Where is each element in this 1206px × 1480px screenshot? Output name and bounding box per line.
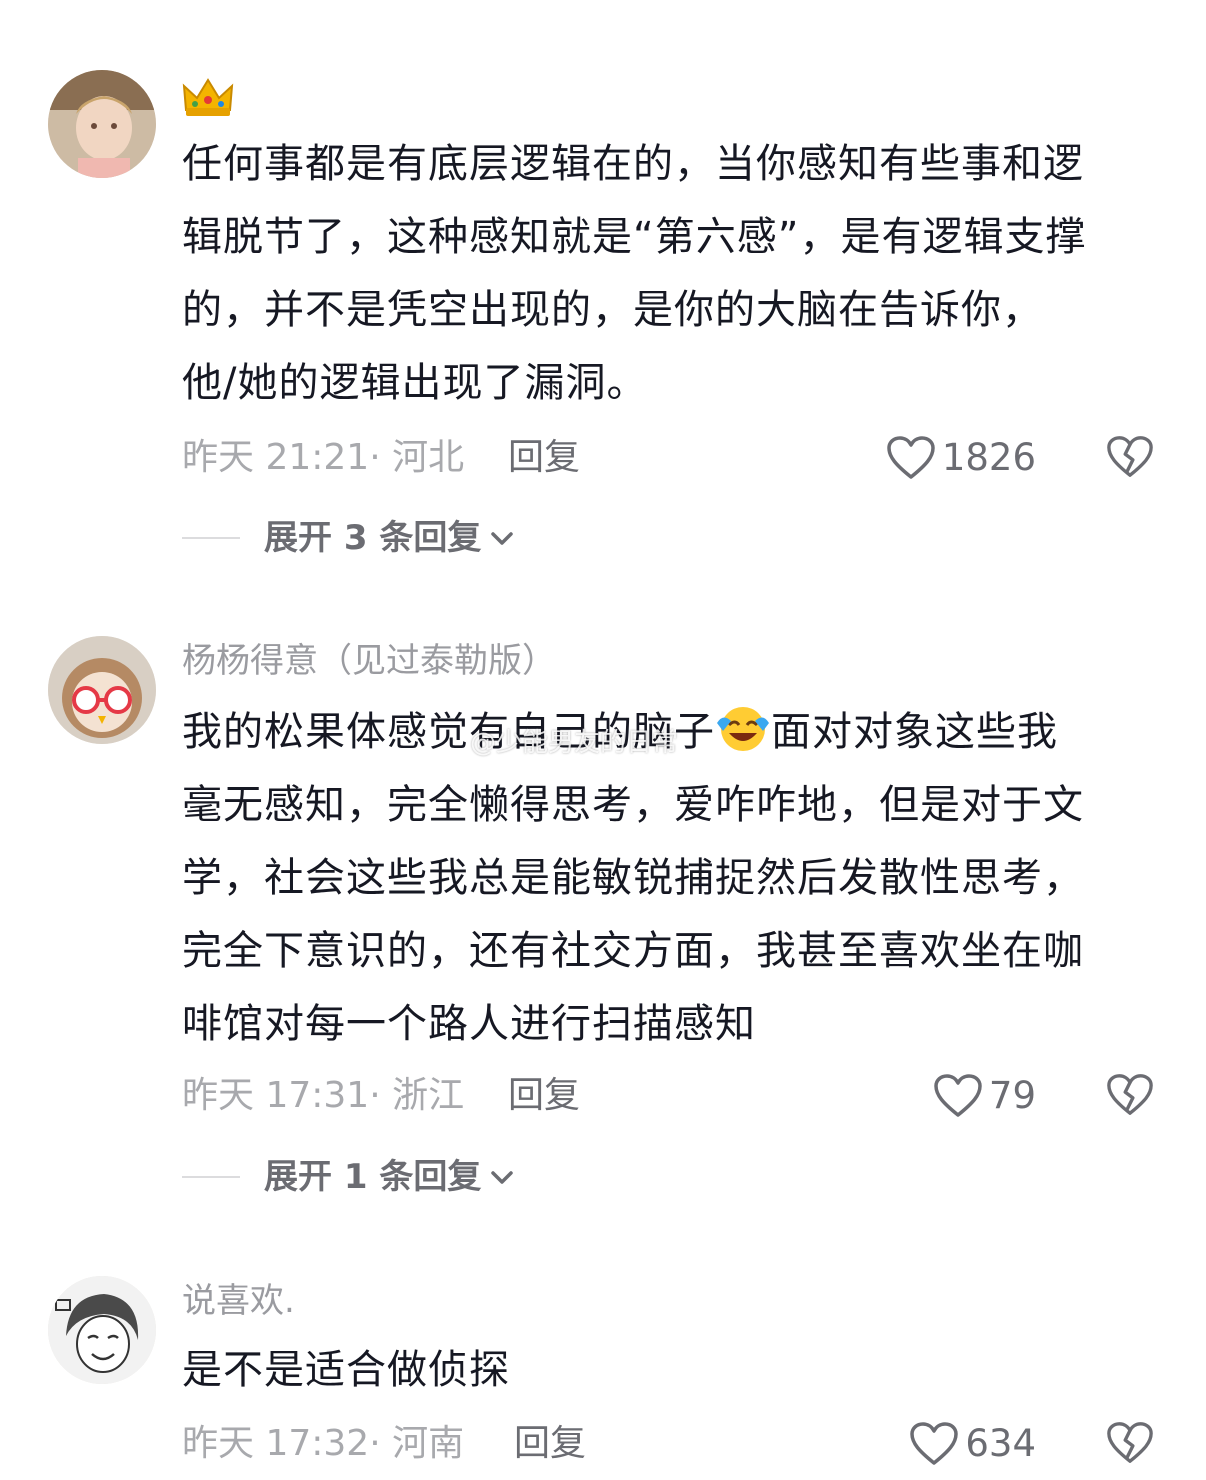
avatar-image — [48, 1276, 156, 1384]
username[interactable]: 杨杨得意（见过泰勒版） — [182, 638, 556, 684]
broken-heart-icon — [1107, 1074, 1153, 1115]
heart-icon — [887, 436, 935, 479]
comment-meta: 昨天 17:31· 浙江 — [182, 1075, 465, 1116]
avatar[interactable] — [48, 70, 156, 178]
comment-text-line: 任何事都是有底层逻辑在的，当你感知有些事和逻 — [182, 141, 1084, 187]
comment-text-line: 是不是适合做侦探 — [182, 1347, 510, 1393]
avatar-image — [48, 636, 156, 744]
heart-icon — [910, 1422, 959, 1465]
dislike-button[interactable] — [1106, 1420, 1154, 1468]
comment-text-line: 我的松果体感觉有自己的脑子 面对对象这些我 — [182, 696, 1157, 769]
expand-replies-button[interactable]: 展开 1 条回复 — [182, 1154, 515, 1200]
expand-replies-label: 展开 3 条回复 — [264, 518, 482, 558]
avatar[interactable] — [48, 636, 156, 744]
username[interactable]: 说喜欢. — [182, 1278, 295, 1324]
expand-replies-button[interactable]: 展开 3 条回复 — [182, 515, 515, 561]
dislike-button[interactable] — [1106, 434, 1154, 482]
dislike-button[interactable] — [1106, 1072, 1154, 1120]
like-button[interactable]: 634 — [909, 1420, 1036, 1468]
reply-button[interactable]: 回复 — [508, 1072, 580, 1120]
expand-replies-label: 展开 1 条回复 — [264, 1157, 482, 1197]
comment-text: 我的松果体感觉有自己的脑子 面对对象这些我 毫无感知，完全懒得思考，爱咋咋地，但… — [182, 696, 1157, 1061]
comment-text-line: 学，社会这些我总是能敏锐捕捉然后发散性思考， — [182, 855, 1084, 901]
broken-heart-icon — [1107, 1422, 1153, 1463]
comment-meta: 昨天 17:32· 河南 — [182, 1423, 465, 1464]
like-button[interactable]: 79 — [933, 1072, 1036, 1120]
like-count: 79 — [988, 1074, 1036, 1117]
chevron-down-icon — [491, 1171, 514, 1184]
comment-text-line: 他/她的逻辑出现了漏洞。 — [182, 360, 648, 406]
like-count: 1826 — [941, 436, 1036, 479]
comment-text-line: 的，并不是凭空出现的，是你的大脑在告诉你， — [182, 287, 1043, 333]
chevron-down-icon — [491, 532, 514, 545]
divider-line — [182, 537, 240, 539]
crown-icon — [182, 78, 234, 116]
reply-button[interactable]: 回复 — [508, 434, 580, 482]
divider-line — [182, 1176, 240, 1178]
broken-heart-icon — [1107, 436, 1153, 477]
avatar-image — [48, 70, 156, 178]
like-count: 634 — [965, 1422, 1036, 1465]
comment-text: 任何事都是有底层逻辑在的，当你感知有些事和逻 辑脱节了，这种感知就是“第六感”，… — [182, 128, 1157, 420]
heart-icon — [934, 1074, 982, 1117]
like-button[interactable]: 1826 — [886, 434, 1036, 482]
comment-meta: 昨天 21:21· 河北 — [182, 437, 465, 478]
comment-text-segment: 我的松果体感觉有自己的脑子 — [182, 709, 715, 755]
laughing-crying-emoji-icon — [717, 707, 769, 751]
reply-button[interactable]: 回复 — [514, 1420, 586, 1468]
comment-text-line: 毫无感知，完全懒得思考，爱咋咋地，但是对于文 — [182, 782, 1084, 828]
comment-text-segment: 面对对象这些我 — [771, 709, 1058, 755]
avatar[interactable] — [48, 1276, 156, 1384]
comment-text-line: 啡馆对每一个路人进行扫描感知 — [182, 1001, 756, 1047]
comment-text-line: 辑脱节了，这种感知就是“第六感”，是有逻辑支撑 — [182, 214, 1087, 260]
comment-text-line: 完全下意识的，还有社交方面，我甚至喜欢坐在咖 — [182, 928, 1084, 974]
comment-text: 是不是适合做侦探 — [182, 1334, 1157, 1407]
